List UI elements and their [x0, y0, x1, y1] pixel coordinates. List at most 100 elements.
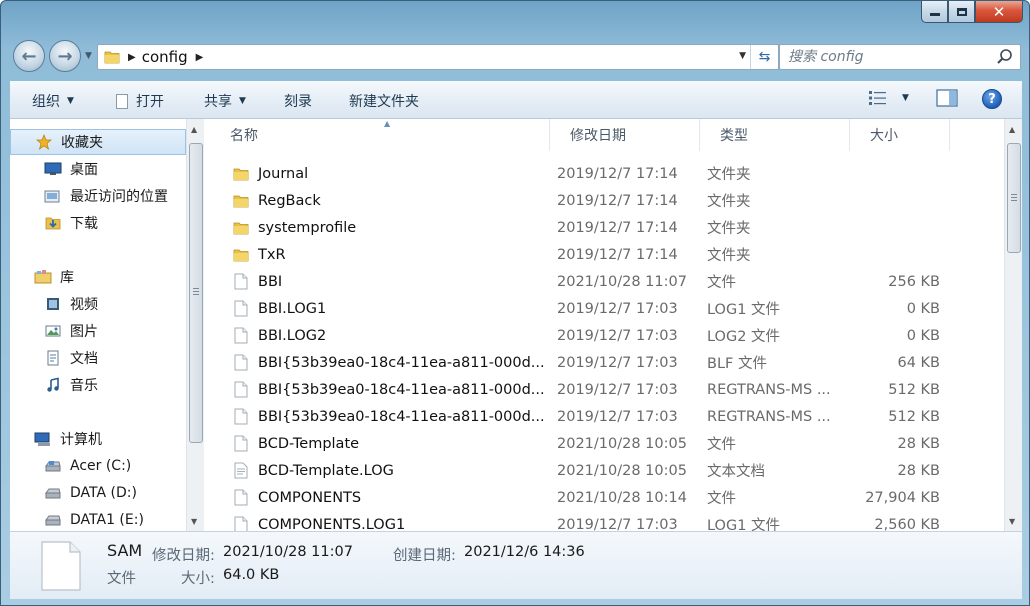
scroll-down-arrow-icon[interactable]: ▼ — [1009, 517, 1015, 526]
sidebar-item-desktop[interactable]: 桌面 — [10, 156, 186, 182]
file-row[interactable]: RegBack 2019/12/7 17:14 文件夹 — [210, 187, 1004, 214]
new-folder-button[interactable]: 新建文件夹 — [349, 91, 419, 111]
breadcrumb-item[interactable]: config — [142, 48, 188, 66]
sidebar-item-label: 最近访问的位置 — [70, 189, 168, 205]
search-icon[interactable] — [996, 48, 1014, 66]
sidebar-item-drive-d[interactable]: DATA (D:) — [10, 480, 186, 506]
file-list-scrollbar[interactable]: ▲ ▼ — [1004, 119, 1022, 531]
file-name-cell[interactable]: BBI.LOG1 — [232, 295, 552, 322]
back-arrow-icon: ← — [21, 45, 37, 67]
open-button[interactable]: 打开 — [116, 91, 164, 111]
column-header-date[interactable]: 修改日期 — [550, 119, 700, 151]
sidebar-item-drive-c[interactable]: Acer (C:) — [10, 453, 186, 479]
scrollbar-thumb[interactable] — [189, 143, 203, 443]
file-row[interactable]: BBI.LOG1 2019/12/7 17:03 LOG1 文件 0 KB — [210, 295, 1004, 322]
search-input[interactable] — [788, 49, 993, 65]
file-name-cell[interactable]: COMPONENTS.LOG1 — [232, 511, 552, 531]
recent-pages-dropdown[interactable]: ▼ — [85, 51, 92, 61]
file-size-cell: 0 KB — [906, 327, 940, 344]
back-button[interactable]: ← — [13, 40, 45, 72]
scroll-up-arrow-icon[interactable]: ▲ — [191, 125, 197, 134]
file-row[interactable]: Journal 2019/12/7 17:14 文件夹 — [210, 160, 1004, 187]
file-name-cell[interactable]: BCD-Template.LOG — [232, 457, 552, 484]
file-name-cell[interactable]: TxR — [232, 241, 552, 268]
selected-file-name: SAM — [107, 541, 143, 560]
forward-button[interactable]: → — [49, 40, 81, 72]
file-size-cell: 256 KB — [888, 273, 940, 290]
file-name-cell[interactable]: BBI — [232, 268, 552, 295]
sidebar-item-label: 桌面 — [70, 162, 98, 178]
sidebar-item-music[interactable]: 音乐 — [10, 372, 186, 398]
file-row[interactable]: BCD-Template.LOG 2021/10/28 10:05 文本文档 28 K… — [210, 457, 1004, 484]
sidebar-item-recent-places[interactable]: 最近访问的位置 — [10, 183, 186, 209]
sidebar-scrollbar[interactable]: ▲ ▼ — [186, 119, 204, 531]
column-header-name[interactable]: 名称 — [210, 119, 550, 151]
chevron-down-icon: ▼ — [239, 96, 246, 106]
sidebar-item-downloads[interactable]: 下载 — [10, 210, 186, 236]
file-name-cell[interactable]: BCD-Template — [232, 430, 552, 457]
address-history-dropdown[interactable]: ▼ — [739, 51, 746, 61]
file-type-cell: 文件夹 — [707, 248, 751, 264]
forward-arrow-icon: → — [57, 45, 73, 67]
file-name: BCD-Template.LOG — [258, 462, 394, 479]
pictures-icon — [44, 323, 62, 339]
file-name-cell[interactable]: COMPONENTS — [232, 484, 552, 511]
folder-icon — [232, 219, 250, 237]
address-bar[interactable]: ▶ config ▶ ▼ ⇆ — [97, 44, 779, 70]
minimize-icon — [929, 13, 940, 16]
file-name-cell[interactable]: BBI{53b39ea0-18c4-11ea-a811-000d... — [232, 349, 552, 376]
file-name-cell[interactable]: Journal — [232, 160, 552, 187]
sidebar-item-libraries[interactable]: 库 — [10, 264, 186, 290]
file-row[interactable]: BBI{53b39ea0-18c4-11ea-a811-000d... 2019/… — [210, 349, 1004, 376]
help-button[interactable]: ? — [982, 89, 1002, 109]
file-row[interactable]: BBI 2021/10/28 11:07 文件 256 KB — [210, 268, 1004, 295]
file-name-cell[interactable]: BBI{53b39ea0-18c4-11ea-a811-000d... — [232, 376, 552, 403]
breadcrumb-separator[interactable]: ▶ — [128, 52, 136, 63]
file-name-cell[interactable]: BBI.LOG2 — [232, 322, 552, 349]
column-header-label: 类型 — [720, 128, 748, 144]
sidebar-item-drive-e[interactable]: DATA1 (E:) — [10, 507, 186, 531]
sidebar-item-videos[interactable]: 视频 — [10, 291, 186, 317]
column-header-type[interactable]: 类型 — [700, 119, 850, 151]
file-type-cell: 文件 — [707, 275, 736, 291]
sidebar-item-favorites[interactable]: 收藏夹 — [10, 129, 186, 155]
close-button[interactable]: ✕ — [975, 1, 1023, 23]
file-date-cell: 2021/10/28 10:05 — [557, 462, 687, 479]
file-date-cell: 2019/12/7 17:03 — [557, 300, 678, 317]
system-drive-icon — [44, 458, 62, 474]
file-date-cell: 2019/12/7 17:14 — [557, 192, 678, 209]
file-name-cell[interactable]: RegBack — [232, 187, 552, 214]
scroll-down-arrow-icon[interactable]: ▼ — [191, 517, 197, 526]
scroll-up-arrow-icon[interactable]: ▲ — [1009, 125, 1015, 134]
file-row[interactable]: BBI{53b39ea0-18c4-11ea-a811-000d... 2019/… — [210, 376, 1004, 403]
window-controls: ✕ — [921, 1, 1023, 23]
organize-label: 组织 — [32, 94, 60, 110]
organize-menu[interactable]: 组织 ▼ — [32, 91, 74, 111]
file-row[interactable]: systemprofile 2019/12/7 17:14 文件夹 — [210, 214, 1004, 241]
minimize-button[interactable] — [921, 1, 948, 23]
share-menu[interactable]: 共享 ▼ — [204, 91, 246, 111]
sidebar-item-documents[interactable]: 文档 — [10, 345, 186, 371]
sidebar-item-pictures[interactable]: 图片 — [10, 318, 186, 344]
file-row[interactable]: COMPONENTS.LOG1 2019/12/7 17:03 LOG1 文件 2,5… — [210, 511, 1004, 531]
file-row[interactable]: BBI.LOG2 2019/12/7 17:03 LOG2 文件 0 KB — [210, 322, 1004, 349]
file-row[interactable]: BCD-Template 2021/10/28 10:05 文件 28 KB — [210, 430, 1004, 457]
file-type-cell: LOG1 文件 — [707, 302, 781, 318]
view-options-button[interactable]: ▼ — [868, 89, 909, 107]
file-name-cell[interactable]: BBI{53b39ea0-18c4-11ea-a811-000d... — [232, 403, 552, 430]
preview-pane-button[interactable] — [936, 89, 958, 107]
breadcrumb-separator[interactable]: ▶ — [196, 52, 204, 63]
file-row[interactable]: COMPONENTS 2021/10/28 10:14 文件 27,904 KB — [210, 484, 1004, 511]
column-header-size[interactable]: 大小 — [850, 119, 950, 151]
file-row[interactable]: BBI{53b39ea0-18c4-11ea-a811-000d... 2019/… — [210, 403, 1004, 430]
search-box[interactable] — [779, 44, 1021, 70]
file-size-cell — [850, 241, 940, 268]
maximize-button[interactable] — [948, 1, 975, 23]
file-type-value: 文件 — [107, 571, 136, 587]
refresh-button[interactable]: ⇆ — [750, 45, 778, 69]
burn-button[interactable]: 刻录 — [284, 91, 312, 111]
scrollbar-thumb[interactable] — [1007, 143, 1021, 253]
file-name-cell[interactable]: systemprofile — [232, 214, 552, 241]
sidebar-item-computer[interactable]: 计算机 — [10, 426, 186, 452]
file-row[interactable]: TxR 2019/12/7 17:14 文件夹 — [210, 241, 1004, 268]
